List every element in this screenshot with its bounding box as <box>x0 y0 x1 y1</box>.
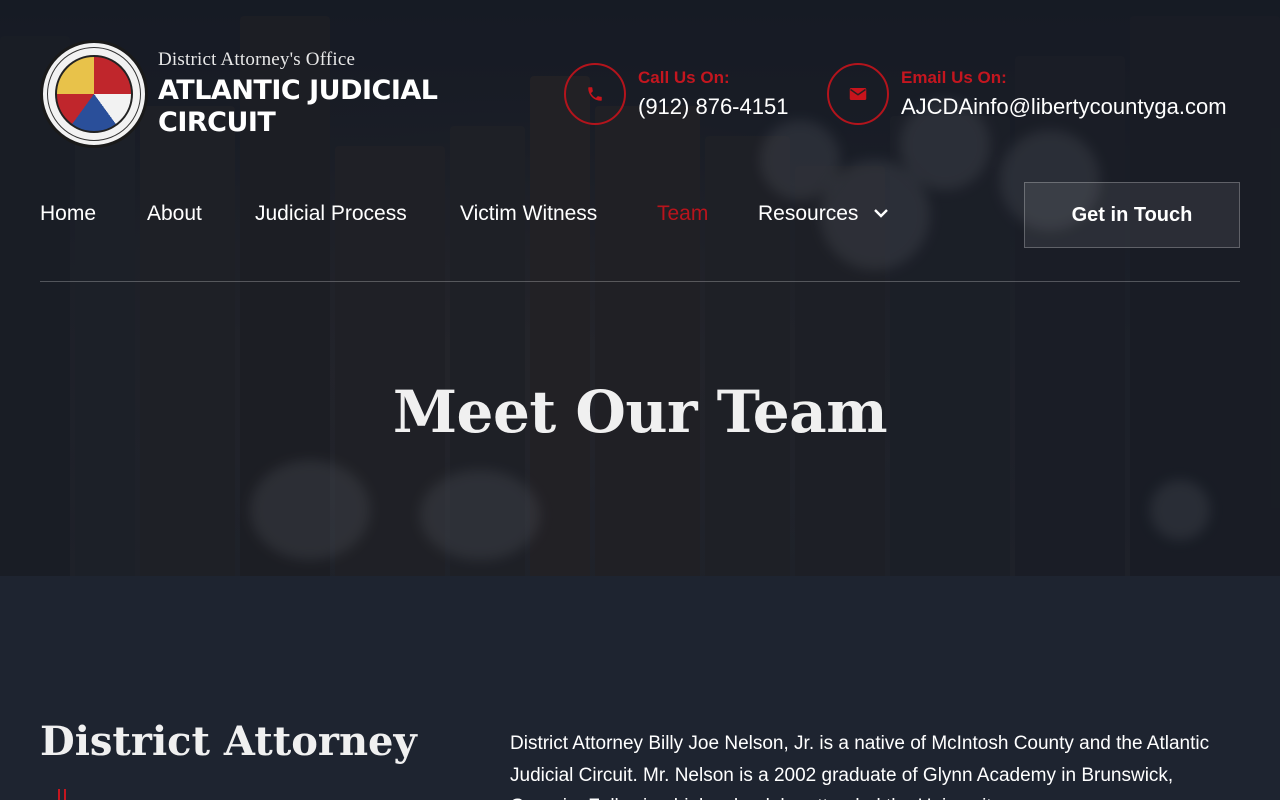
brand-subtitle: District Attorney's Office <box>158 49 356 70</box>
accent-decoration <box>58 788 70 800</box>
nav-divider <box>40 281 1240 282</box>
nav-victim-witness[interactable]: Victim Witness <box>460 202 597 226</box>
nav-team[interactable]: Team <box>657 202 708 226</box>
phone-contact[interactable]: Call Us On: (912) 876-4151 <box>564 63 788 125</box>
district-attorney-section: District Attorney District Attorney Bill… <box>0 576 1280 800</box>
email-address-link[interactable]: AJCDAinfo@libertycountyga.com <box>901 94 1227 120</box>
nav-home[interactable]: Home <box>40 202 96 226</box>
chevron-down-icon <box>874 205 889 221</box>
get-in-touch-button[interactable]: Get in Touch <box>1024 182 1240 248</box>
email-label: Email Us On: <box>901 68 1007 87</box>
nav-resources[interactable]: Resources <box>758 202 889 226</box>
page-title: Meet Our Team <box>392 378 888 446</box>
nav-about[interactable]: About <box>147 202 202 226</box>
phone-label: Call Us On: <box>638 68 730 87</box>
office-seal-logo <box>40 40 148 148</box>
email-icon <box>827 63 889 125</box>
site-logo[interactable]: District Attorney's Office ATLANTIC JUDI… <box>40 40 448 148</box>
section-title: District Attorney <box>40 718 417 765</box>
nav-resources-label: Resources <box>758 202 859 225</box>
section-bio-text: District Attorney Billy Joe Nelson, Jr. … <box>510 733 1210 800</box>
phone-icon <box>564 63 626 125</box>
phone-number-link[interactable]: (912) 876-4151 <box>638 94 788 120</box>
nav-judicial-process[interactable]: Judicial Process <box>255 202 407 226</box>
brand-title: ATLANTIC JUDICIAL CIRCUIT <box>158 75 438 138</box>
main-navigation: Home About Judicial Process Victim Witne… <box>40 182 1240 248</box>
email-contact[interactable]: Email Us On: AJCDAinfo@libertycountyga.c… <box>827 63 1227 125</box>
